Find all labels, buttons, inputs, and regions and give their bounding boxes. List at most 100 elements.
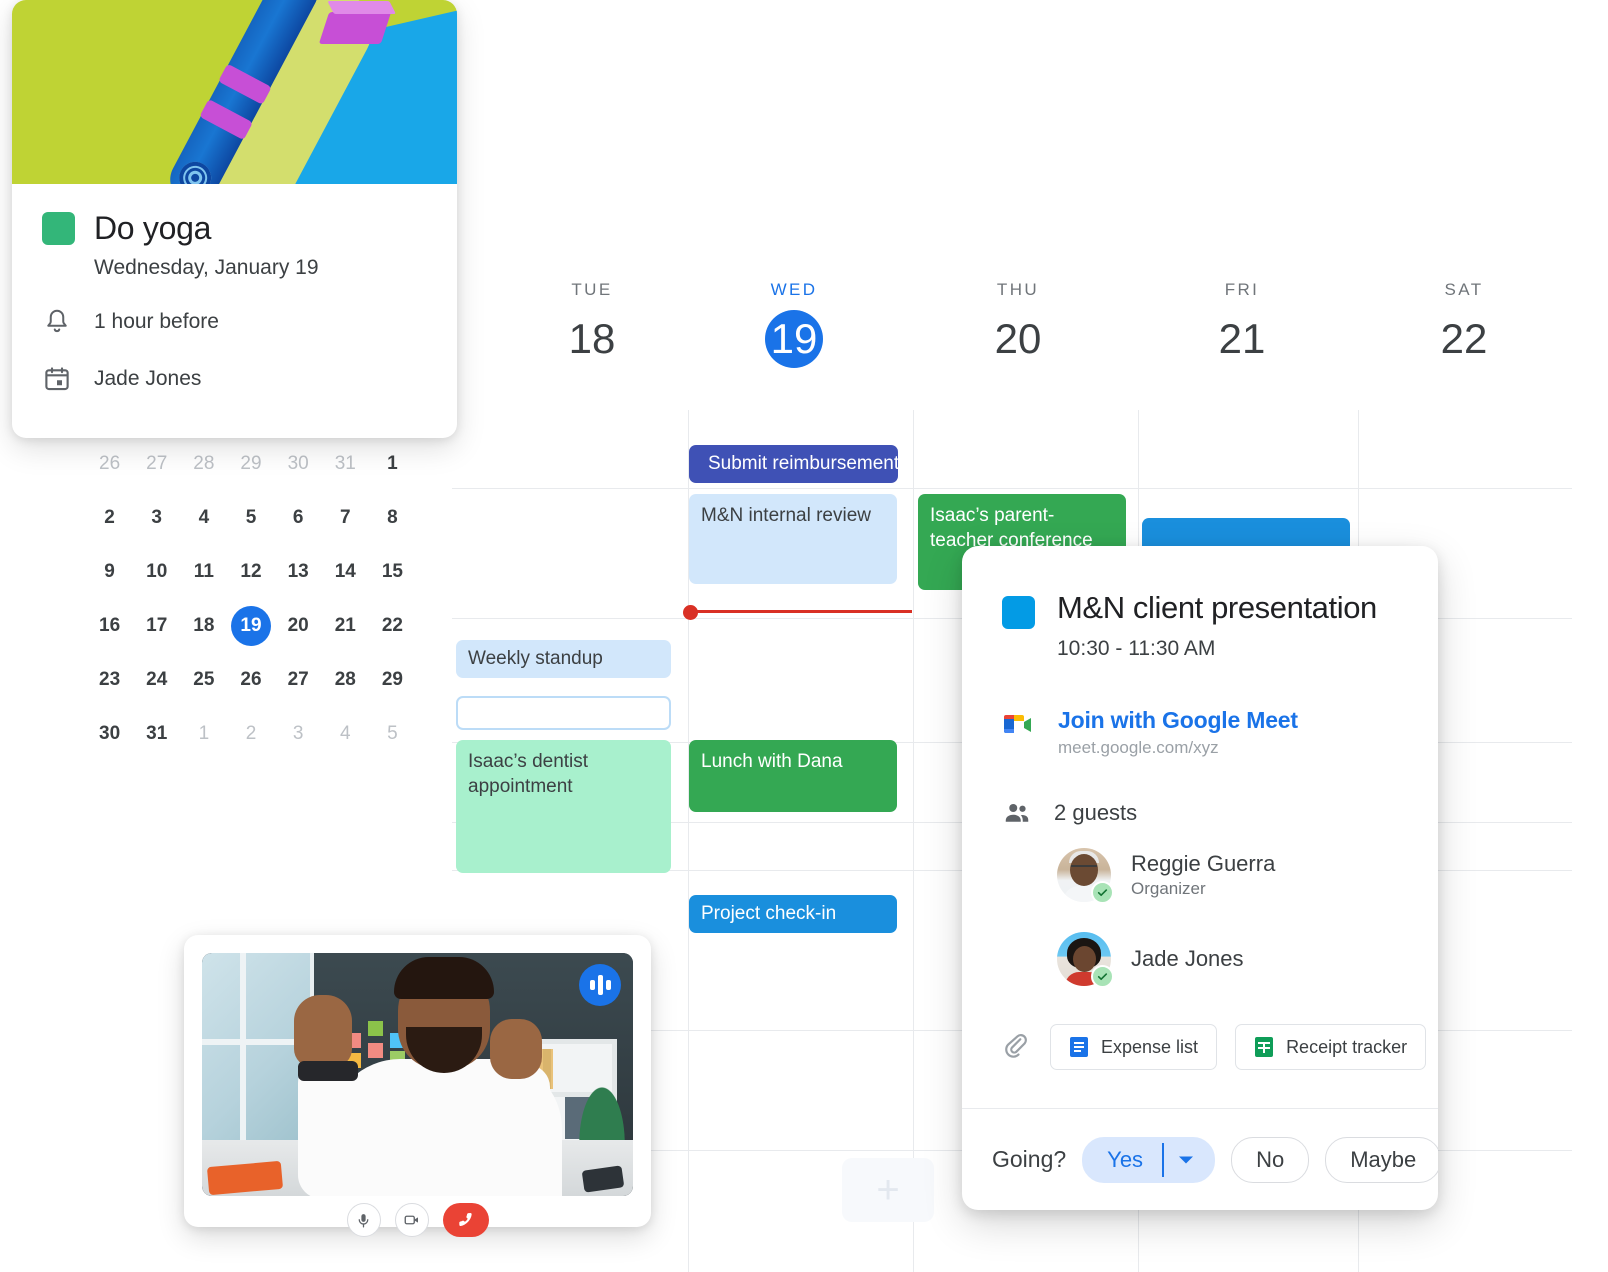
mini-calendar-day[interactable]: 9 (86, 552, 133, 592)
grid-hline (452, 488, 1572, 489)
mini-calendar-day[interactable]: 4 (322, 714, 369, 754)
popup-guests-row: 2 guests (1002, 798, 1398, 828)
end-call-icon[interactable] (442, 1203, 489, 1237)
day-header-sat[interactable]: SAT 22 (1364, 280, 1564, 368)
mini-calendar-day[interactable]: 2 (227, 714, 274, 754)
event-title: Isaac’s dentist appointment (468, 751, 589, 797)
rsvp-no-button[interactable]: No (1231, 1136, 1310, 1183)
mat-strap (199, 98, 253, 141)
caret-down-icon[interactable] (1164, 1155, 1214, 1165)
mini-calendar-day[interactable]: 8 (369, 498, 416, 538)
guest-list-item[interactable]: Jade Jones (1057, 932, 1398, 988)
mini-calendar-day[interactable]: 1 (369, 444, 416, 484)
rsvp-yes-button[interactable]: Yes (1082, 1136, 1216, 1183)
mini-calendar-day[interactable]: 29 (369, 660, 416, 700)
mini-calendar-day[interactable]: 27 (133, 444, 180, 484)
mini-calendar-day[interactable]: 6 (275, 498, 322, 538)
mini-calendar-day[interactable]: 22 (369, 606, 416, 646)
mini-calendar-day[interactable]: 4 (180, 498, 227, 538)
mini-calendar-day[interactable]: 14 (322, 552, 369, 592)
day-number-today: 19 (765, 310, 823, 368)
yoga-calendar-row: Jade Jones (42, 364, 427, 394)
yoga-event-title: Do yoga (94, 210, 212, 246)
mini-calendar-day[interactable]: 29 (227, 444, 274, 484)
yoga-reminder-text: 1 hour before (94, 310, 219, 333)
yoga-calendar-owner: Jade Jones (94, 367, 202, 390)
guest-name: Reggie Guerra (1131, 851, 1276, 876)
mini-calendar-day[interactable]: 17 (133, 606, 180, 646)
day-name: WED (770, 280, 818, 299)
event-title: Lunch with Dana (701, 751, 843, 772)
mini-calendar-day[interactable]: 23 (86, 660, 133, 700)
event-empty-slot[interactable] (456, 696, 671, 730)
mini-calendar[interactable]: 26 27 28 29 30 31 1 2 3 4 5 6 7 8 9 10 11 12 13 14 15 16 17 18 1… (86, 444, 416, 754)
microphone-icon[interactable] (346, 1203, 381, 1237)
mini-calendar-day[interactable]: 24 (133, 660, 180, 700)
grid-vline (913, 410, 914, 1272)
mini-calendar-day[interactable]: 2 (86, 498, 133, 538)
yoga-event-card[interactable]: Do yoga Wednesday, January 19 1 hour bef… (12, 0, 457, 438)
join-google-meet-link[interactable]: Join with Google Meet (1058, 707, 1298, 734)
day-number: 22 (1440, 315, 1488, 362)
mini-calendar-day[interactable]: 5 (227, 498, 274, 538)
event-weekly-standup[interactable]: Weekly standup (456, 640, 671, 678)
mini-calendar-day[interactable]: 25 (180, 660, 227, 700)
guests-count: 2 guests (1054, 800, 1138, 825)
day-header-fri[interactable]: FRI 21 (1142, 280, 1342, 368)
event-project-check-in[interactable]: Project check-in (689, 895, 897, 933)
mini-calendar-day[interactable]: 28 (180, 444, 227, 484)
mini-calendar-day[interactable]: 15 (369, 552, 416, 592)
popup-meet-row[interactable]: Join with Google Meet meet.google.com/xy… (1002, 707, 1398, 758)
day-header-wed[interactable]: WED 19 (694, 280, 894, 368)
day-number: 21 (1218, 315, 1266, 362)
app-root: TUE 18 WED 19 THU 20 FRI 21 SAT 22 Submi… (0, 0, 1608, 1272)
mini-calendar-day[interactable]: 30 (86, 714, 133, 754)
popup-meet-text: Join with Google Meet meet.google.com/xy… (1058, 707, 1298, 758)
mini-calendar-day[interactable]: 27 (275, 660, 322, 700)
mini-calendar-day[interactable]: 12 (227, 552, 274, 592)
mini-calendar-day[interactable]: 3 (133, 498, 180, 538)
mini-calendar-day[interactable]: 5 (369, 714, 416, 754)
mini-calendar-day[interactable]: 7 (322, 498, 369, 538)
guest-list-item[interactable]: Reggie Guerra Organizer (1057, 848, 1398, 904)
event-mn-internal-review[interactable]: M&N internal review (689, 494, 897, 584)
attachment-receipt-tracker[interactable]: Receipt tracker (1235, 1024, 1427, 1070)
check-glyph (1097, 889, 1108, 897)
mini-calendar-day[interactable]: 20 (275, 606, 322, 646)
video-call-controls (202, 1196, 633, 1244)
attachment-expense-list[interactable]: Expense list (1050, 1024, 1218, 1070)
mini-calendar-day-selected[interactable]: 19 (230, 606, 271, 646)
mini-calendar-day[interactable]: 3 (275, 714, 322, 754)
mini-calendar-day[interactable]: 18 (180, 606, 227, 646)
event-isaac-dentist-appointment[interactable]: Isaac’s dentist appointment (456, 740, 671, 873)
event-submit-reimbursement[interactable]: Submit reimbursement (689, 445, 898, 483)
google-meet-icon (1004, 715, 1031, 733)
current-time-line (690, 610, 912, 613)
mini-calendar-day[interactable]: 21 (322, 606, 369, 646)
camera-icon[interactable] (394, 1203, 429, 1237)
event-lunch-with-dana[interactable]: Lunch with Dana (689, 740, 897, 812)
caret-glyph (1179, 1156, 1194, 1163)
mini-calendar-day[interactable]: 1 (180, 714, 227, 754)
mini-calendar-day[interactable]: 31 (322, 444, 369, 484)
add-event-button[interactable]: + (842, 1158, 934, 1222)
person-right-hand (490, 1019, 542, 1079)
video-call-card[interactable] (184, 935, 651, 1237)
mini-calendar-day[interactable]: 13 (275, 552, 322, 592)
day-header-tue[interactable]: TUE 18 (492, 280, 692, 368)
mini-calendar-day[interactable]: 26 (86, 444, 133, 484)
mini-calendar-day[interactable]: 10 (133, 552, 180, 592)
mini-calendar-day[interactable]: 11 (180, 552, 227, 592)
mini-calendar-day[interactable]: 26 (227, 660, 274, 700)
event-title: Isaac’s parent-teacher conference (930, 505, 1093, 551)
event-detail-popup[interactable]: M&N client presentation 10:30 - 11:30 AM… (962, 546, 1438, 1210)
popup-attachments-row: Expense list Receipt tracker (1002, 1024, 1427, 1070)
person-hair (394, 957, 494, 999)
day-header-thu[interactable]: THU 20 (918, 280, 1118, 368)
mini-calendar-day[interactable]: 31 (133, 714, 180, 754)
mini-calendar-day[interactable]: 30 (275, 444, 322, 484)
mini-calendar-day[interactable]: 16 (86, 606, 133, 646)
day-number: 20 (994, 315, 1042, 362)
rsvp-maybe-button[interactable]: Maybe (1325, 1136, 1438, 1183)
mini-calendar-day[interactable]: 28 (322, 660, 369, 700)
